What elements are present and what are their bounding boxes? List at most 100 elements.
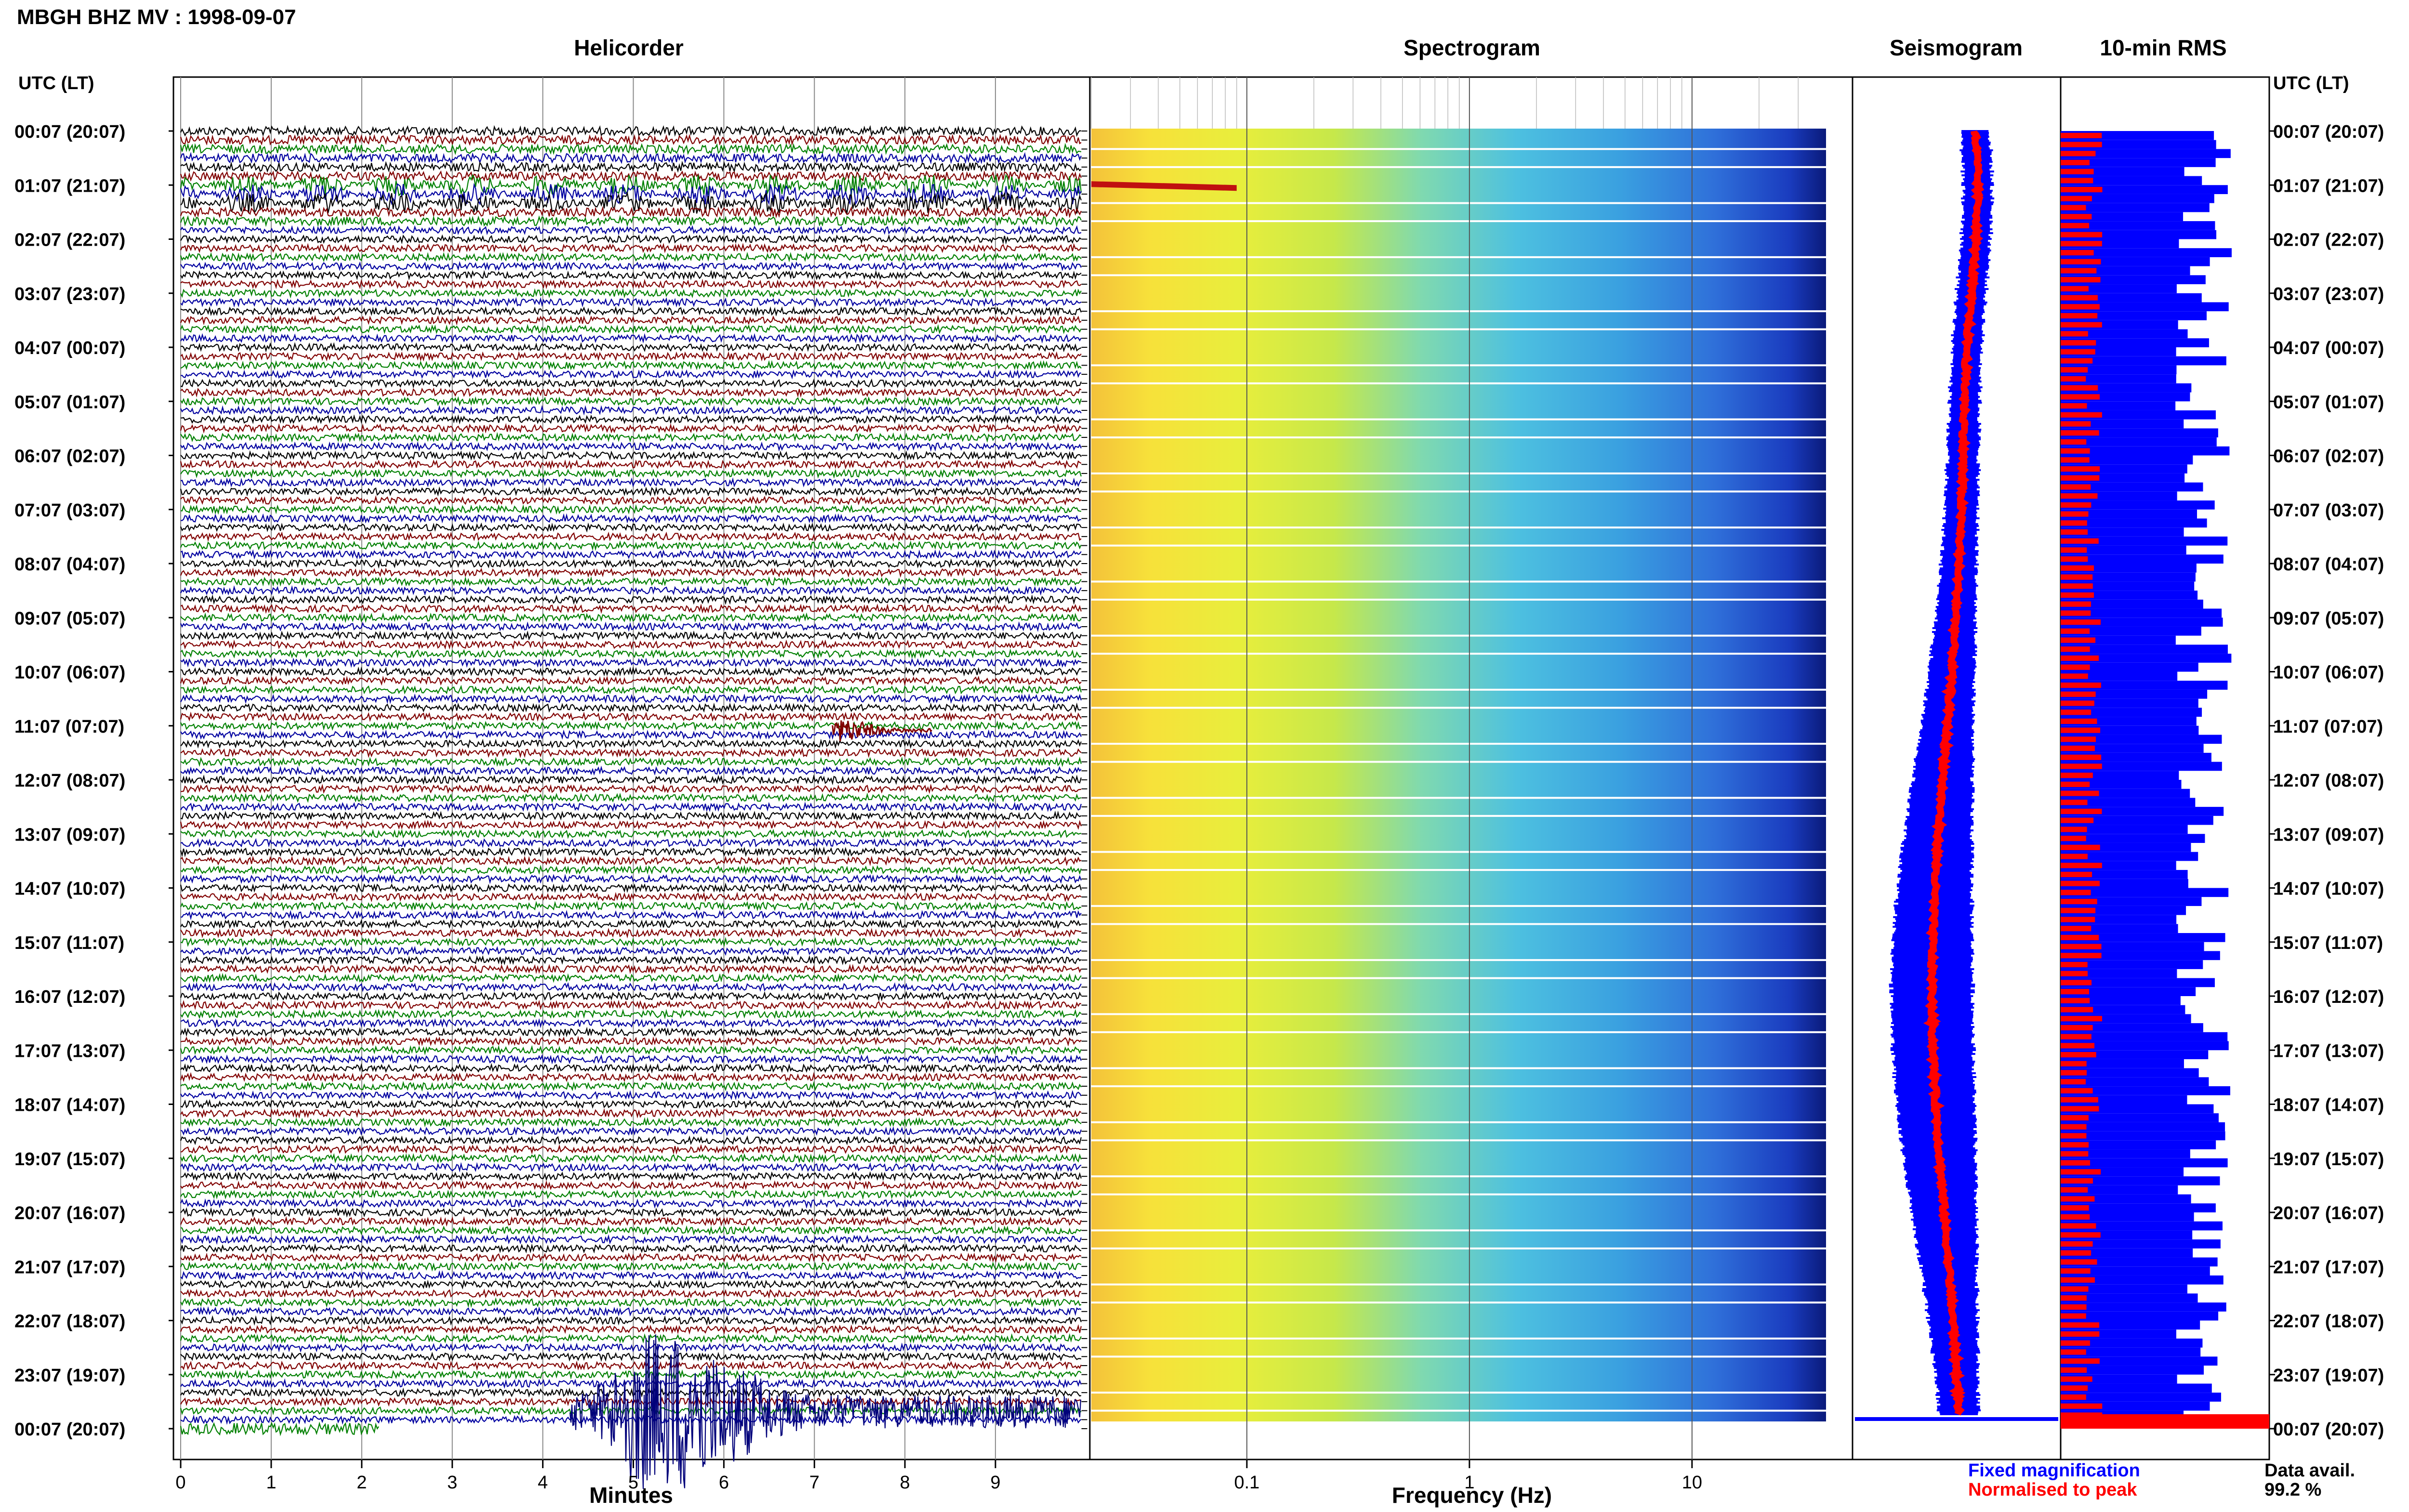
- rms-peak-bar: [2061, 1295, 2087, 1301]
- helicorder-title: Helicorder: [574, 35, 684, 60]
- rms-peak-bar: [2061, 863, 2102, 868]
- hour-label-left: 15:07 (11:07): [14, 933, 124, 953]
- helicorder-frame: [172, 76, 1091, 1460]
- rms-peak-bar: [2061, 1286, 2089, 1292]
- helicorder-panel: [172, 76, 1091, 1489]
- hour-label-right: 08:07 (04:07): [2273, 554, 2384, 575]
- rms-peak-bar: [2061, 286, 2089, 292]
- spectrogram-panel: [1089, 76, 1853, 1460]
- rms-peak-bar: [2061, 664, 2090, 670]
- rms-peak-bar: [2061, 1331, 2100, 1337]
- rms-peak-bar: [2061, 214, 2092, 220]
- rms-peak-bar: [2061, 547, 2087, 553]
- rms-event-bar: [2061, 1414, 2269, 1429]
- rms-peak-bar: [2061, 268, 2097, 274]
- hour-label-right: 04:07 (00:07): [2273, 338, 2384, 358]
- hour-label-left: 10:07 (06:07): [14, 663, 125, 683]
- minute-tick-label: 6: [719, 1473, 729, 1493]
- rms-peak-bar: [2061, 1007, 2093, 1012]
- rms-peak-bar: [2061, 1097, 2098, 1103]
- rms-peak-bar: [2061, 926, 2091, 932]
- rms-peak-bar: [2061, 1322, 2100, 1328]
- rms-peak-bar: [2061, 277, 2101, 283]
- rms-peak-bar: [2061, 1034, 2091, 1039]
- data-avail-label: Data avail.: [2264, 1460, 2355, 1481]
- hour-label-left: 12:07 (08:07): [14, 771, 125, 791]
- minute-tick-label: 8: [900, 1473, 910, 1493]
- rms-peak-bar: [2061, 178, 2093, 184]
- hour-label-left: 16:07 (12:07): [14, 987, 125, 1007]
- rms-peak-bar: [2061, 1016, 2103, 1022]
- hour-label-left: 00:07 (20:07): [14, 122, 125, 142]
- data-avail-value: 99.2 %: [2264, 1480, 2321, 1500]
- rms-peak-bar: [2061, 196, 2092, 201]
- hour-label-right: 14:07 (10:07): [2273, 879, 2384, 899]
- rms-peak-bar: [2061, 827, 2087, 832]
- rms-peak-bar: [2061, 1169, 2101, 1175]
- rms-peak-bar: [2061, 1196, 2095, 1202]
- rms-peak-bar: [2061, 132, 2102, 138]
- hour-label-right: 09:07 (05:07): [2273, 608, 2384, 629]
- rms-peak-bar: [2061, 475, 2100, 481]
- spectrogram-title: Spectrogram: [1403, 35, 1540, 60]
- rms-peak-bar: [2061, 376, 2086, 382]
- hour-label-left: 07:07 (03:07): [14, 500, 125, 521]
- rms-peak-bar: [2061, 898, 2097, 905]
- legend-fixed-magnification: Fixed magnification: [1968, 1460, 2140, 1481]
- seismogram-title: Seismogram: [1890, 35, 2023, 60]
- rms-panel: [2060, 76, 2270, 1460]
- rms-peak-bar: [2061, 736, 2096, 742]
- rms-peak-bar: [2061, 1160, 2091, 1166]
- hour-label-left: 20:07 (16:07): [14, 1203, 125, 1223]
- hour-label-right: 06:07 (02:07): [2273, 447, 2384, 467]
- rms-peak-bar: [2061, 727, 2101, 733]
- rms-peak-bar: [2061, 421, 2091, 427]
- rms-peak-bar: [2061, 1313, 2086, 1319]
- minutes-axis: 0123456789: [175, 1459, 1001, 1493]
- rms-peak-bar: [2061, 998, 2090, 1003]
- frequency-tick-label: 10: [1682, 1473, 1702, 1493]
- left-time-axis-title: UTC (LT): [18, 73, 94, 93]
- rms-peak-bar: [2061, 1106, 2099, 1112]
- rms-peak-bar: [2061, 1079, 2086, 1085]
- rms-peak-bar: [2061, 745, 2095, 751]
- rms-peak-bar: [2061, 871, 2092, 878]
- hour-label-right: 00:07 (20:07): [2273, 1420, 2384, 1440]
- hour-label-left: 11:07 (07:07): [14, 717, 124, 737]
- rms-peak-bar: [2061, 980, 2092, 986]
- hour-label-right: 17:07 (13:07): [2273, 1041, 2384, 1061]
- hour-label-left: 08:07 (04:07): [14, 554, 125, 575]
- rms-peak-bar: [2061, 1376, 2092, 1382]
- rms-peak-bar: [2061, 881, 2100, 886]
- rms-peak-bar: [2061, 1052, 2096, 1058]
- rms-peak-bar: [2061, 1187, 2088, 1193]
- right-hour-labels: 00:07 (20:07) 01:07 (21:07) 02:07 (22:07) 0…: [2269, 122, 2384, 1440]
- rms-peak-bar: [2061, 304, 2100, 310]
- rms-peak-bar: [2061, 673, 2088, 679]
- rms-peak-bar: [2061, 1214, 2090, 1220]
- rms-peak-bar: [2061, 601, 2091, 607]
- hour-label-left: 09:07 (05:07): [14, 608, 125, 629]
- rms-peak-bar: [2061, 1232, 2101, 1238]
- spectrogram-image: [1091, 129, 1826, 1421]
- hour-label-right: 02:07 (22:07): [2273, 230, 2384, 250]
- hour-label-left: 00:07 (20:07): [14, 1420, 125, 1440]
- hour-label-left: 05:07 (01:07): [14, 392, 125, 412]
- rms-peak-bar: [2061, 1259, 2097, 1265]
- rms-peak-bar: [2061, 484, 2091, 490]
- minute-tick-label: 9: [991, 1473, 1001, 1493]
- hour-label-right: 12:07 (08:07): [2273, 771, 2384, 791]
- rms-peak-bar: [2061, 1241, 2093, 1247]
- figure-title: MBGH BHZ MV : 1998-09-07: [17, 5, 296, 29]
- rms-peak-bar: [2061, 844, 2100, 850]
- rms-peak-bar: [2061, 538, 2099, 544]
- rms-peak-bar: [2061, 835, 2086, 841]
- rms-peak-bar: [2061, 1142, 2089, 1148]
- rms-title: 10-min RMS: [2100, 35, 2226, 60]
- hour-label-left: 18:07 (14:07): [14, 1095, 125, 1116]
- rms-peak-bar: [2061, 700, 2094, 706]
- rms-peak-bar: [2061, 556, 2088, 562]
- hour-label-right: 23:07 (19:07): [2273, 1366, 2384, 1386]
- rms-peak-bar: [2061, 520, 2087, 526]
- rms-peak-bar: [2061, 241, 2102, 247]
